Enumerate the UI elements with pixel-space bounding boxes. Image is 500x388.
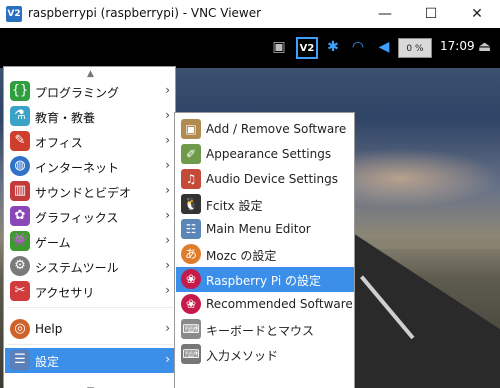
window-title: raspberrypi (raspberrypi) - VNC Viewer — [28, 6, 262, 20]
chevron-right-icon: › — [165, 108, 170, 122]
recommended-icon: ❀ — [181, 294, 201, 314]
chevron-right-icon: › — [165, 258, 170, 272]
submenu-item-mozc-settings[interactable]: あ Mozc の設定 — [176, 242, 354, 267]
main-menu: ▲ {} プログラミング › ⚗ 教育・教養 › ✎ オフィス › ◍ インター… — [3, 66, 176, 388]
submenu-item-label: Audio Device Settings — [206, 172, 338, 186]
chevron-right-icon: › — [165, 321, 170, 335]
menu-item-settings[interactable]: ☰ 設定 › — [5, 348, 175, 373]
submenu-item-fcitx-settings[interactable]: 🐧 Fcitx 設定 — [176, 192, 354, 217]
menu-item-label: Help — [35, 322, 63, 336]
submenu-item-label: Add / Remove Software — [206, 122, 347, 136]
menu-item-label: インターネット — [35, 161, 120, 175]
menu-item-label: アクセサリ — [35, 286, 95, 300]
maximize-button[interactable]: ☐ — [408, 0, 454, 28]
chevron-right-icon: › — [165, 208, 170, 222]
wifi-icon[interactable]: ◠ — [348, 36, 368, 58]
menu-item-education[interactable]: ⚗ 教育・教養 › — [5, 104, 175, 129]
audio-device-icon: ♫ — [181, 169, 201, 189]
vnc-server-icon[interactable]: V2 — [296, 37, 318, 59]
programming-icon: {} — [10, 81, 30, 101]
clock[interactable]: 17:09 — [440, 39, 475, 53]
submenu-item-input-method[interactable]: ⌨ 入力メソッド — [176, 342, 354, 367]
help-icon: ◎ — [10, 319, 30, 339]
office-icon: ✎ — [10, 131, 30, 151]
menu-item-accessories[interactable]: ✂ アクセサリ › — [5, 279, 175, 304]
menu-item-label: システムツール — [35, 261, 119, 275]
menu-item-graphics[interactable]: ✿ グラフィックス › — [5, 204, 175, 229]
minimize-button[interactable]: — — [362, 0, 408, 28]
chevron-right-icon: › — [165, 233, 170, 247]
fcitx-icon: 🐧 — [181, 194, 201, 214]
menu-item-label: プログラミング — [35, 86, 120, 100]
submenu-item-appearance-settings[interactable]: ✐ Appearance Settings — [176, 142, 354, 167]
system-tools-icon: ⚙ — [10, 256, 30, 276]
menu-item-label: オフィス — [35, 136, 83, 150]
submenu-item-label: Raspberry Pi の設定 — [206, 274, 321, 288]
chevron-right-icon: › — [165, 158, 170, 172]
menu-item-label: グラフィックス — [35, 211, 119, 225]
menu-item-help[interactable]: ◎ Help › — [5, 317, 175, 342]
sound-video-icon: ▥ — [10, 181, 30, 201]
submenu-item-audio-device-settings[interactable]: ♫ Audio Device Settings — [176, 167, 354, 192]
eject-icon[interactable]: ⏏ — [478, 38, 494, 56]
submenu-item-label: キーボードとマウス — [206, 324, 315, 338]
menu-item-internet[interactable]: ◍ インターネット › — [5, 154, 175, 179]
submenu-item-label: Mozc の設定 — [206, 249, 277, 263]
top-panel: ▣ V2 ✱ ◠ ◀ 0 % 17:09 ⏏ — [0, 28, 500, 68]
close-button[interactable]: ✕ — [454, 0, 500, 28]
remote-desktop[interactable]: ▣ V2 ✱ ◠ ◀ 0 % 17:09 ⏏ ▲ {} プログラミング › ⚗ … — [0, 28, 500, 388]
submenu-item-label: Fcitx 設定 — [206, 199, 263, 213]
internet-icon: ◍ — [10, 156, 30, 176]
bluetooth-icon[interactable]: ✱ — [324, 36, 342, 58]
menu-item-label: 教育・教養 — [35, 111, 96, 125]
chevron-right-icon: › — [165, 83, 170, 97]
submenu-item-keyboard-mouse[interactable]: ⌨ キーボードとマウス — [176, 317, 354, 342]
menu-item-system-tools[interactable]: ⚙ システムツール › — [5, 254, 175, 279]
submenu-item-raspberry-pi-config[interactable]: ❀ Raspberry Pi の設定 — [176, 267, 354, 292]
window-titlebar: V2 raspberrypi (raspberrypi) - VNC Viewe… — [0, 0, 500, 29]
menu-item-label: 設定 — [35, 355, 60, 369]
submenu-item-main-menu-editor[interactable]: ☷ Main Menu Editor — [176, 217, 354, 242]
input-method-icon: ⌨ — [181, 344, 201, 364]
menu-item-label: サウンドとビデオ — [35, 186, 132, 200]
chevron-right-icon: › — [165, 352, 170, 366]
vnc-viewer-app-icon: V2 — [6, 6, 22, 22]
settings-submenu: ▣ Add / Remove Software ✐ Appearance Set… — [174, 112, 355, 388]
mozc-icon: あ — [181, 244, 201, 264]
accessories-icon: ✂ — [10, 281, 30, 301]
menu-separator — [8, 344, 173, 345]
submenu-item-label: Appearance Settings — [206, 147, 332, 161]
submenu-item-label: Main Menu Editor — [206, 222, 311, 236]
cpu-chip-icon[interactable]: ▣ — [270, 36, 288, 58]
menu-item-label: ゲーム — [35, 236, 71, 250]
raspberry-icon: ❀ — [181, 269, 201, 289]
chevron-right-icon: › — [165, 183, 170, 197]
education-icon: ⚗ — [10, 106, 30, 126]
settings-icon: ☰ — [10, 350, 30, 370]
keyboard-mouse-icon: ⌨ — [181, 319, 201, 339]
submenu-item-label: Recommended Software — [206, 297, 353, 311]
volume-icon[interactable]: ◀ — [374, 36, 394, 58]
games-icon: 👾 — [10, 231, 30, 251]
menu-separator — [8, 307, 173, 308]
menu-item-programming[interactable]: {} プログラミング › — [5, 79, 175, 104]
submenu-item-label: 入力メソッド — [206, 349, 279, 363]
chevron-right-icon: › — [165, 133, 170, 147]
menu-item-office[interactable]: ✎ オフィス › — [5, 129, 175, 154]
graphics-icon: ✿ — [10, 206, 30, 226]
menu-item-games[interactable]: 👾 ゲーム › — [5, 229, 175, 254]
cpu-usage-indicator[interactable]: 0 % — [398, 38, 432, 58]
package-icon: ▣ — [181, 119, 201, 139]
chevron-right-icon: › — [165, 283, 170, 297]
menu-editor-icon: ☷ — [181, 219, 201, 239]
submenu-item-add-remove-software[interactable]: ▣ Add / Remove Software — [176, 117, 354, 142]
menu-item-sound-video[interactable]: ▥ サウンドとビデオ › — [5, 179, 175, 204]
submenu-item-recommended-software[interactable]: ❀ Recommended Software — [176, 292, 354, 317]
appearance-icon: ✐ — [181, 144, 201, 164]
